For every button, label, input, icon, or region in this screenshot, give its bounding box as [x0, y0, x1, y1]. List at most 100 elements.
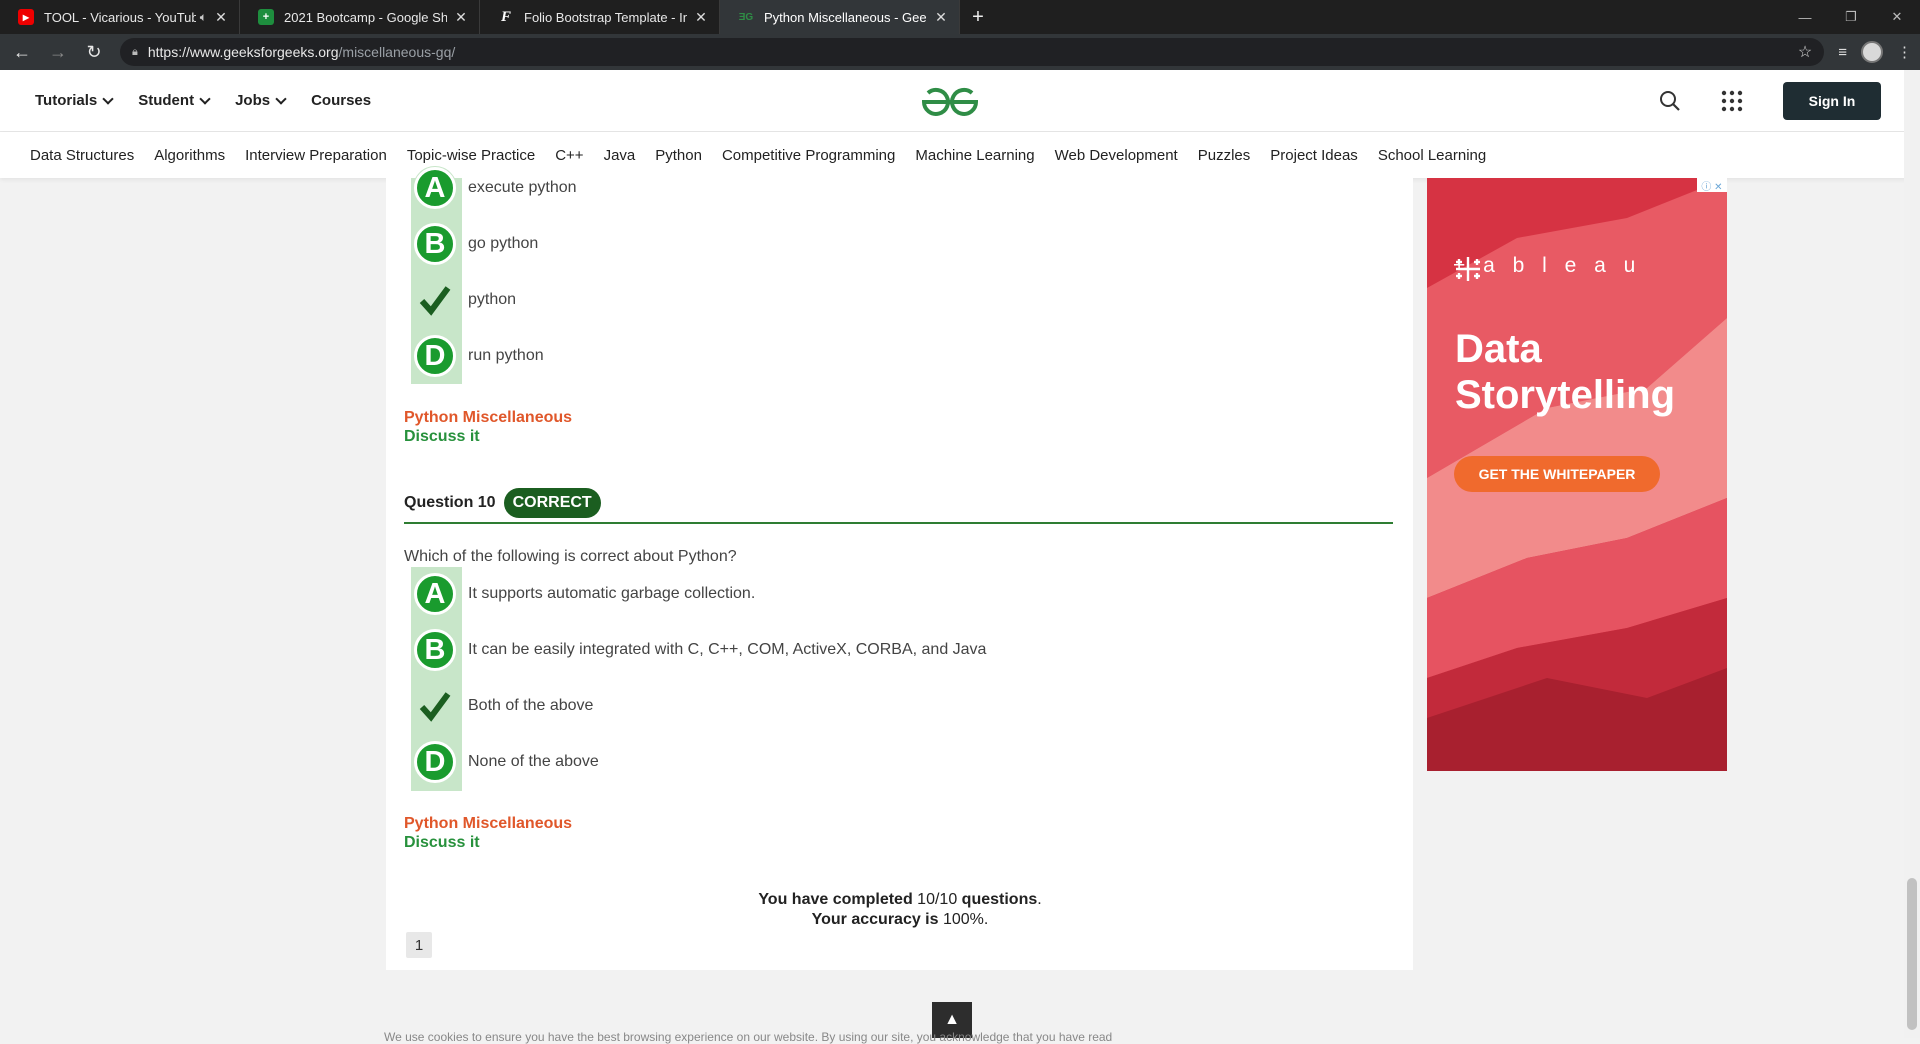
option-b[interactable]: B It can be easily integrated with C, C+…	[414, 628, 986, 672]
nav-label: Student	[138, 92, 195, 109]
category-link[interactable]: Python Miscellaneous	[404, 815, 572, 833]
completed-line: You have completed 10/10 questions.	[758, 891, 1042, 908]
address-bar[interactable]: 🔒︎ https://www.geeksforgeeks.org/miscell…	[120, 38, 1825, 66]
subnav-item-algorithms[interactable]: Algorithms	[154, 147, 225, 164]
close-icon[interactable]: ✕	[213, 9, 229, 26]
subnav-item-data-structures[interactable]: Data Structures	[30, 147, 134, 164]
discuss-link[interactable]: Discuss it	[404, 428, 480, 446]
lock-icon: 🔒︎	[132, 45, 138, 58]
option-a[interactable]: A It supports automatic garbage collecti…	[414, 572, 755, 616]
divider	[404, 522, 1393, 524]
nav-label: Tutorials	[35, 92, 98, 109]
accuracy-label: Your accuracy is	[811, 911, 939, 928]
chevron-down-icon	[275, 92, 287, 105]
nav-tutorials[interactable]: Tutorials	[35, 92, 114, 109]
subnav-item-java[interactable]: Java	[604, 147, 636, 164]
subnav-item-project-ideas[interactable]: Project Ideas	[1270, 147, 1358, 164]
ad-headline-line: Storytelling	[1455, 373, 1676, 417]
nav-student[interactable]: Student	[138, 92, 211, 109]
ad-choices-icon[interactable]: ⓘ ✕	[1697, 178, 1727, 193]
subnav-item-competitive-programming[interactable]: Competitive Programming	[722, 147, 895, 164]
apps-grid-icon[interactable]	[1721, 90, 1743, 112]
profile-avatar[interactable]	[1861, 41, 1883, 63]
tab-python-misc[interactable]: ƎG Python Miscellaneous - GeeksforGeeks …	[720, 0, 960, 34]
question-number: Question 10	[404, 494, 496, 511]
discuss-link[interactable]: Discuss it	[404, 834, 480, 852]
option-d[interactable]: D None of the above	[414, 740, 599, 784]
sheets-icon: +	[258, 9, 274, 25]
option-text: It can be easily integrated with C, C++,…	[468, 641, 987, 658]
subnav-item-interview-preparation[interactable]: Interview Preparation	[245, 147, 387, 164]
option-c-correct[interactable]: python	[414, 278, 516, 322]
option-d[interactable]: D run python	[414, 334, 544, 378]
url-host: https://www.geeksforgeeks.org	[147, 44, 339, 60]
gfg-icon: ƎG	[738, 11, 754, 23]
nav-courses[interactable]: Courses	[311, 92, 371, 109]
bookmark-star-icon[interactable]: ☆	[1798, 42, 1812, 62]
completed-value: 10/10	[917, 891, 958, 908]
option-b[interactable]: B go python	[414, 222, 538, 266]
option-b-badge: B	[414, 223, 456, 265]
browser-toolbar: ← → ↻ 🔒︎ https://www.geeksforgeeks.org/m…	[0, 34, 1920, 70]
page-scrollbar[interactable]	[1904, 70, 1920, 1038]
reload-icon[interactable]: ↻	[80, 38, 108, 66]
subnav-item-school-learning[interactable]: School Learning	[1378, 147, 1486, 164]
sign-in-button[interactable]: Sign In	[1783, 82, 1881, 120]
tab-folio[interactable]: F Folio Bootstrap Template - Index ✕	[480, 0, 720, 34]
site-header: Tutorials Student Jobs Courses Sign In	[0, 70, 1920, 132]
tableau-logo-icon	[1456, 257, 1480, 281]
checkmark-icon	[414, 279, 456, 321]
tab-google-sheets[interactable]: + 2021 Bootcamp - Google Sheets ✕	[240, 0, 480, 34]
option-c-correct[interactable]: Both of the above	[414, 684, 593, 728]
close-icon[interactable]: ✕	[453, 9, 469, 26]
tab-title: TOOL - Vicarious - YouTube	[44, 9, 196, 25]
subnav-item-topic-wise-practice[interactable]: Topic-wise Practice	[407, 147, 535, 164]
option-text: execute python	[468, 179, 577, 196]
ad-headline: Data Storytelling	[1455, 326, 1675, 418]
ad-cta-button[interactable]: GET THE WHITEPAPER	[1454, 456, 1660, 492]
media-queue-icon[interactable]: ≡	[1838, 44, 1847, 61]
option-b-badge: B	[414, 629, 456, 671]
back-icon[interactable]: ←	[8, 38, 36, 66]
option-text: go python	[468, 235, 539, 252]
nav-jobs[interactable]: Jobs	[235, 92, 287, 109]
category-link[interactable]: Python Miscellaneous	[404, 409, 572, 427]
option-text: python	[468, 291, 517, 308]
close-window-icon[interactable]: ✕	[1874, 0, 1920, 34]
option-d-badge: D	[414, 335, 456, 377]
subnav-item-cpp[interactable]: C++	[555, 147, 583, 164]
search-icon[interactable]	[1659, 90, 1681, 112]
quiz-summary: You have completed 10/10 questions. Your…	[620, 890, 1180, 930]
forward-icon[interactable]: →	[44, 38, 72, 66]
subnav-item-machine-learning[interactable]: Machine Learning	[915, 147, 1034, 164]
audio-icon[interactable]: 🔈︎	[200, 10, 207, 25]
main-nav: Tutorials Student Jobs Courses	[35, 92, 371, 109]
option-a-badge: A	[414, 167, 456, 209]
advertisement-banner[interactable]: ⓘ ✕ + a b l e a u Data Storytelling GET …	[1427, 178, 1727, 771]
restore-icon[interactable]: ❐	[1828, 0, 1874, 34]
menu-kebab-icon[interactable]: ⋮	[1897, 43, 1912, 61]
option-d-badge: D	[414, 741, 456, 783]
question-header: Question 10 CORRECT	[404, 488, 601, 518]
ad-brand: + a b l e a u	[1453, 254, 1641, 281]
close-icon[interactable]: ✕	[933, 9, 949, 26]
subnav-item-web-development[interactable]: Web Development	[1055, 147, 1178, 164]
subnav-item-python[interactable]: Python	[655, 147, 702, 164]
page-number-button[interactable]: 1	[406, 932, 432, 958]
accuracy-line: Your accuracy is 100%.	[811, 911, 989, 928]
close-icon[interactable]: ✕	[693, 9, 709, 26]
status-badge: CORRECT	[503, 488, 601, 518]
minimize-icon[interactable]: —	[1782, 0, 1828, 34]
tab-title: Python Miscellaneous - GeeksforGeeks	[764, 9, 927, 25]
cookie-notice-text: We use cookies to ensure you have the be…	[384, 1030, 1113, 1044]
option-a[interactable]: A execute python	[414, 166, 577, 210]
checkmark-icon	[414, 685, 456, 727]
tab-youtube[interactable]: ▶ TOOL - Vicarious - YouTube 🔈︎ ✕	[0, 0, 240, 34]
option-text: None of the above	[468, 753, 599, 770]
new-tab-button[interactable]: +	[960, 0, 996, 34]
option-text: run python	[468, 347, 544, 364]
gfg-logo[interactable]	[920, 82, 980, 120]
scrollbar-thumb[interactable]	[1907, 878, 1917, 1030]
question-text: Which of the following is correct about …	[404, 548, 737, 565]
subnav-item-puzzles[interactable]: Puzzles	[1198, 147, 1251, 164]
